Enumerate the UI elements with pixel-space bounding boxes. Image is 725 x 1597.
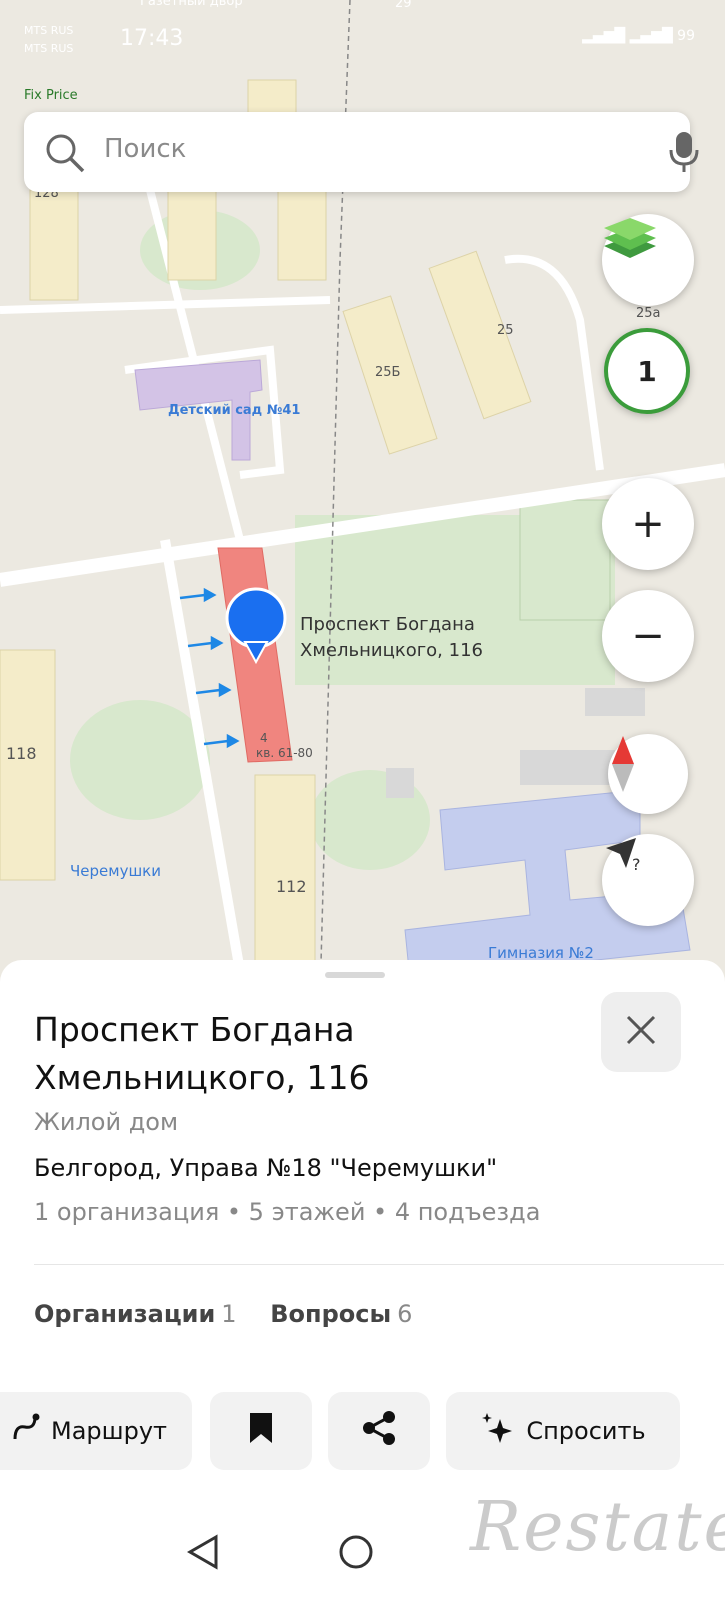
building — [277, 189, 327, 281]
place-card[interactable]: Проспект Богдана Хмельницкого, 116 Жилой… — [0, 960, 725, 1520]
tab-questions[interactable]: Вопросы 6 — [270, 1300, 412, 1328]
close-icon — [624, 1013, 658, 1051]
place-address: Белгород, Управа №18 "Черемушки" — [34, 1154, 498, 1182]
watermark-logo: Restate — [470, 1488, 725, 1567]
house-number: 25Б — [375, 365, 401, 380]
route-button[interactable]: Маршрут — [0, 1392, 192, 1470]
house-number: 112 — [276, 877, 307, 896]
tab-count: 6 — [397, 1300, 413, 1328]
apartments-label: кв. 61-80 — [256, 746, 313, 760]
house-number: 25а — [636, 306, 661, 321]
divider — [34, 1264, 724, 1265]
minus-icon: − — [631, 613, 665, 659]
svg-text:?: ? — [632, 855, 641, 874]
my-location-button[interactable]: ? — [602, 834, 694, 926]
tab-organizations[interactable]: Организации 1 — [34, 1300, 237, 1328]
drag-handle[interactable] — [325, 972, 385, 978]
house-number: 25 — [497, 323, 514, 338]
signal-icon: ▂▄▆█ ▂▄▆█ — [582, 28, 678, 44]
layers-button[interactable] — [602, 214, 694, 306]
compass-button[interactable] — [608, 734, 688, 814]
close-button[interactable] — [601, 992, 681, 1072]
action-bar: Маршрут Спросить — [0, 1392, 725, 1472]
map-view[interactable]: Fix Price Газетный двор 29 128 25а 25 25… — [0, 0, 725, 1000]
operator-1: MTS RUS — [24, 24, 74, 37]
home-icon[interactable] — [338, 1534, 374, 1574]
operators: MTS RUS MTS RUS — [24, 22, 73, 58]
garage — [520, 750, 615, 785]
battery-level: ▂▄▆█ ▂▄▆█ 99 — [582, 28, 695, 44]
zoom-out-button[interactable]: − — [602, 590, 694, 682]
kindergarten-label[interactable]: Детский сад №41 — [168, 403, 300, 418]
tab-count: 1 — [221, 1300, 237, 1328]
share-button[interactable] — [328, 1392, 430, 1470]
battery-text: 99 — [677, 28, 695, 44]
road — [0, 296, 331, 314]
entrance-label: 4 — [260, 731, 268, 745]
green-area — [70, 700, 210, 820]
ask-label: Спросить — [526, 1417, 646, 1445]
sparkle-icon — [480, 1411, 514, 1451]
info-tabs: Организации 1 Вопросы 6 — [34, 1300, 438, 1328]
search-input[interactable]: Поиск — [104, 134, 186, 164]
place-type: Жилой дом — [34, 1108, 179, 1136]
route-icon — [11, 1413, 41, 1449]
zoom-in-button[interactable]: + — [602, 478, 694, 570]
poi-label[interactable]: Fix Price — [24, 88, 78, 103]
place-title: Проспект Богдана Хмельницкого, 116 — [34, 1010, 370, 1097]
sports-field — [519, 499, 611, 621]
selected-address-label: Проспект Богдана Хмельницкого, 116 — [300, 612, 483, 664]
building — [167, 189, 217, 281]
route-label: Маршрут — [50, 1417, 168, 1445]
house-number: 118 — [6, 744, 37, 763]
place-stats: 1 организация • 5 этажей • 4 подъезда — [34, 1198, 541, 1226]
traffic-score-button[interactable]: 1 — [604, 328, 690, 414]
building — [29, 189, 79, 301]
address-line: Хмельницкого, 116 — [300, 640, 483, 661]
building — [428, 250, 532, 420]
tab-label: Организации — [34, 1300, 216, 1328]
clock: 17:43 — [120, 26, 184, 51]
district-label[interactable]: Черемушки — [70, 862, 161, 880]
share-icon — [361, 1410, 397, 1452]
search-bar[interactable]: Поиск — [24, 112, 699, 192]
traffic-score: 1 — [637, 354, 657, 388]
address-line: Проспект Богдана — [300, 614, 475, 635]
garage — [585, 688, 645, 716]
plus-icon: + — [631, 501, 665, 547]
building — [0, 649, 56, 881]
bookmark-button[interactable] — [210, 1392, 312, 1470]
ask-button[interactable]: Спросить — [446, 1392, 680, 1470]
garage — [386, 768, 414, 798]
back-icon[interactable] — [186, 1534, 220, 1574]
operator-2: MTS RUS — [24, 42, 74, 55]
bookmark-icon — [248, 1411, 274, 1451]
road — [504, 254, 604, 471]
status-bar: MTS RUS MTS RUS 17:43 ▂▄▆█ ▂▄▆█ 99 — [0, 0, 725, 72]
tab-label: Вопросы — [270, 1300, 392, 1328]
